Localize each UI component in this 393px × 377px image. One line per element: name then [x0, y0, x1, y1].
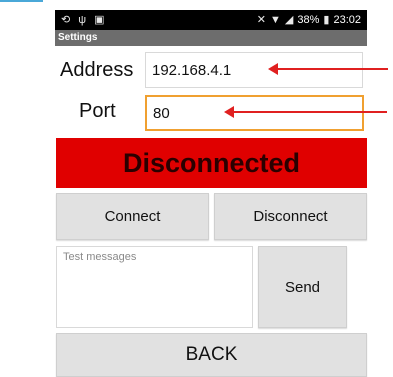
address-field[interactable]: 192.168.4.1: [145, 52, 363, 88]
send-button[interactable]: Send: [258, 246, 347, 328]
connect-button[interactable]: Connect: [56, 193, 209, 240]
annotation-arrow-address: [268, 63, 388, 75]
battery-percent: 38%: [297, 14, 320, 26]
status-bar: ⟲ ψ ▣ ✕ ▼ ◢ 38% ▮ 23:02: [55, 10, 367, 30]
test-messages-placeholder: Test messages: [63, 251, 137, 263]
battery-icon: ▮: [323, 14, 330, 26]
port-field[interactable]: 80: [145, 95, 364, 131]
signal-icon: ◢: [284, 14, 294, 26]
app-bar: Settings: [55, 30, 367, 46]
test-messages-input[interactable]: Test messages: [56, 246, 253, 328]
address-value: 192.168.4.1: [152, 61, 232, 79]
annotation-arrow-port: [224, 106, 387, 118]
port-value: 80: [153, 104, 170, 122]
port-label: Port: [79, 100, 116, 122]
page-title: Settings: [58, 32, 98, 43]
wifi-icon: ▼: [270, 14, 281, 26]
notification-icon: ▣: [94, 14, 105, 26]
address-label: Address: [60, 59, 134, 81]
clock: 23:02: [333, 14, 361, 26]
back-button[interactable]: BACK: [56, 333, 367, 377]
sync-icon: ⟲: [61, 14, 71, 26]
mute-icon: ✕: [256, 14, 267, 26]
usb-icon: ψ: [78, 14, 87, 26]
top-accent-line: [0, 0, 43, 2]
connection-status-banner: Disconnected: [56, 138, 367, 188]
disconnect-button[interactable]: Disconnect: [214, 193, 367, 240]
